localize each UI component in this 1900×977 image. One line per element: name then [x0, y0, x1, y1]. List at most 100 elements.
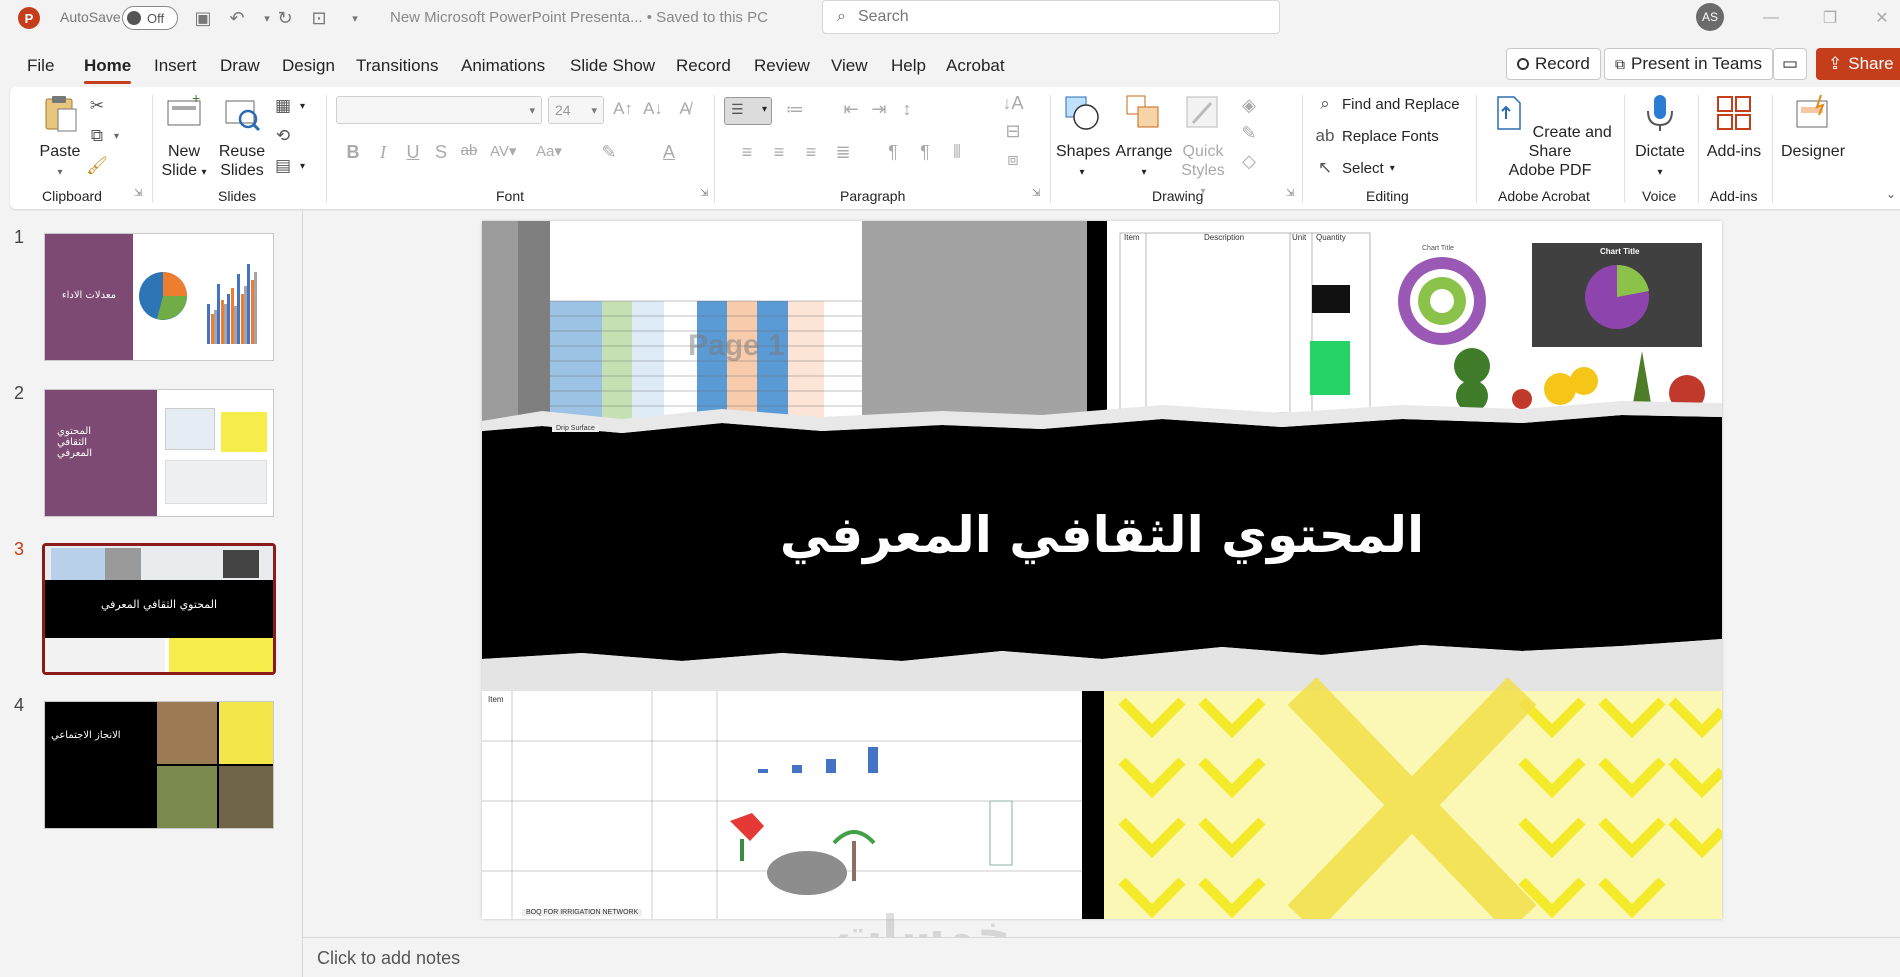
- tab-acrobat[interactable]: Acrobat: [946, 56, 1005, 76]
- shapes-button[interactable]: Shapes ▾: [1056, 93, 1110, 182]
- font-launcher-icon[interactable]: ⇲: [700, 188, 708, 199]
- tab-slide-show[interactable]: Slide Show: [570, 56, 655, 76]
- strikethrough-icon[interactable]: ab: [456, 142, 482, 159]
- record-button[interactable]: Record: [1506, 48, 1601, 80]
- tab-design[interactable]: Design: [282, 56, 335, 76]
- ribbon: Paste ▾ ✂ ⧉ ▾ 🖌 Clipboard ⇲ + New Slide ▾ R…: [10, 87, 1900, 209]
- slide-title[interactable]: المحتوي الثقافي المعرفي: [482, 506, 1722, 564]
- redo-icon[interactable]: ↻: [272, 5, 298, 31]
- underline-icon[interactable]: U: [400, 142, 426, 163]
- columns-icon[interactable]: ⫴: [944, 142, 970, 163]
- align-text-icon[interactable]: ⊟: [1000, 121, 1026, 142]
- record-button-label: Record: [1535, 54, 1590, 73]
- italic-icon[interactable]: I: [370, 142, 396, 163]
- justify-icon[interactable]: ≣: [830, 142, 856, 163]
- shape-outline-icon[interactable]: ✎: [1236, 123, 1262, 144]
- bold-icon[interactable]: B: [340, 142, 366, 163]
- drawing-launcher-icon[interactable]: ⇲: [1286, 188, 1294, 199]
- notes-pane[interactable]: Click to add notes: [303, 937, 1900, 977]
- bullets-icon: ☰: [731, 101, 744, 117]
- paragraph-launcher-icon[interactable]: ⇲: [1032, 188, 1040, 199]
- tab-record[interactable]: Record: [676, 56, 731, 76]
- increase-font-size-button[interactable]: A↑: [612, 98, 634, 120]
- increase-indent-icon[interactable]: ⇥: [866, 99, 892, 120]
- bullets-button[interactable]: ☰ ▾: [724, 97, 772, 125]
- close-icon[interactable]: ✕: [1862, 5, 1900, 31]
- decrease-font-size-button[interactable]: A↓: [642, 98, 664, 120]
- user-avatar[interactable]: AS: [1696, 3, 1724, 31]
- copy-button[interactable]: ⧉ ▾: [86, 125, 119, 147]
- section-button[interactable]: ▤ ▾: [272, 155, 305, 177]
- slide-thumbnail-2[interactable]: المحتوي الثقافي المعرفي: [44, 389, 274, 517]
- find-and-replace-button[interactable]: ⌕ Find and Replace: [1314, 93, 1459, 115]
- chevron-down-icon: ▾: [591, 104, 597, 117]
- quick-styles-button[interactable]: Quick Styles ▾: [1178, 93, 1228, 201]
- add-ins-button[interactable]: Add-ins: [1704, 93, 1764, 161]
- cut-button[interactable]: ✂: [86, 95, 108, 117]
- decrease-indent-icon[interactable]: ⇤: [838, 99, 864, 120]
- maximize-icon[interactable]: ❐: [1810, 5, 1850, 31]
- tab-draw[interactable]: Draw: [220, 56, 260, 76]
- search-box[interactable]: ⌕ Search: [822, 0, 1280, 34]
- paste-button[interactable]: Paste ▾: [28, 93, 92, 182]
- replace-fonts-button[interactable]: ab Replace Fonts: [1314, 125, 1439, 147]
- present-from-start-icon[interactable]: ⊡: [306, 5, 332, 31]
- collapse-ribbon-icon[interactable]: ⌄: [1886, 187, 1896, 201]
- share-button[interactable]: ⇪ Share: [1816, 48, 1900, 80]
- tab-review[interactable]: Review: [754, 56, 810, 76]
- shape-fill-icon[interactable]: ◈: [1236, 95, 1262, 116]
- font-name-combo[interactable]: ▾: [336, 96, 542, 124]
- slide-canvas[interactable]: Page 1 Drip Surface BOQ FOR IRRIGATION N…: [482, 221, 1722, 919]
- slide-thumbnail-1[interactable]: معدلات الاداء: [44, 233, 274, 361]
- slide-thumbnail-3[interactable]: المحتوي الثقافي المعرفي: [42, 543, 276, 675]
- shadow-icon[interactable]: S: [428, 142, 454, 163]
- highlight-icon[interactable]: ✎: [596, 142, 622, 163]
- designer-button[interactable]: Designer: [1778, 93, 1848, 161]
- font-size-combo[interactable]: 24 ▾: [548, 96, 604, 124]
- character-spacing-icon[interactable]: AV▾: [490, 142, 516, 160]
- dictate-button[interactable]: Dictate ▾: [1630, 93, 1690, 182]
- numbering-icon[interactable]: ≔: [782, 99, 808, 120]
- reuse-slides-button[interactable]: Reuse Slides: [214, 93, 270, 180]
- comments-button[interactable]: ▭: [1773, 48, 1807, 80]
- font-color-icon[interactable]: A: [656, 142, 682, 163]
- arrange-button[interactable]: Arrange ▾: [1114, 93, 1174, 182]
- undo-icon[interactable]: ↶: [224, 5, 250, 31]
- tab-home[interactable]: Home: [84, 56, 132, 84]
- align-right-icon[interactable]: ≡: [798, 142, 824, 163]
- reset-button[interactable]: ⟲: [272, 125, 294, 147]
- minimize-icon[interactable]: —: [1751, 5, 1791, 31]
- tab-file[interactable]: File: [27, 56, 54, 76]
- slide-thumbnail-4[interactable]: الانجاز الاجتماعي: [44, 701, 274, 829]
- pane-divider[interactable]: [302, 209, 303, 977]
- align-center-icon[interactable]: ≡: [766, 142, 792, 163]
- document-title[interactable]: New Microsoft PowerPoint Presenta... • S…: [390, 9, 768, 26]
- notes-placeholder: Click to add notes: [317, 948, 461, 968]
- smartart-icon[interactable]: ⧈: [1000, 149, 1026, 170]
- align-left-icon[interactable]: ≡: [734, 142, 760, 163]
- tab-view[interactable]: View: [831, 56, 868, 76]
- rtl-icon[interactable]: ¶: [912, 142, 938, 163]
- layout-button[interactable]: ▦ ▾: [272, 95, 305, 117]
- new-slide-button[interactable]: + New Slide ▾: [156, 90, 212, 182]
- autosave-toggle[interactable]: Off: [122, 6, 178, 30]
- create-share-pdf-button[interactable]: Create and Share Adobe PDF: [1486, 93, 1614, 180]
- present-in-teams-button[interactable]: ⧉ Present in Teams: [1604, 48, 1774, 80]
- clipboard-launcher-icon[interactable]: ⇲: [134, 188, 142, 199]
- new-slide-label-2: Slide: [161, 162, 198, 179]
- text-direction-icon[interactable]: ↓A: [1000, 93, 1026, 114]
- group-separator: [1772, 95, 1773, 203]
- change-case-icon[interactable]: Aa▾: [536, 142, 562, 160]
- clear-formatting-button[interactable]: A̸: [674, 98, 696, 120]
- shape-effects-icon[interactable]: ◇: [1236, 151, 1262, 172]
- format-painter-button[interactable]: 🖌: [86, 155, 108, 177]
- ltr-icon[interactable]: ¶: [880, 142, 906, 163]
- customize-qat-icon[interactable]: ▾: [342, 5, 368, 31]
- save-icon[interactable]: ▣: [190, 5, 216, 31]
- tab-help[interactable]: Help: [891, 56, 926, 76]
- line-spacing-icon[interactable]: ↕: [894, 99, 920, 120]
- tab-animations[interactable]: Animations: [461, 56, 545, 76]
- select-button[interactable]: ↖ Select ▾: [1314, 157, 1395, 179]
- tab-insert[interactable]: Insert: [154, 56, 197, 76]
- tab-transitions[interactable]: Transitions: [356, 56, 439, 76]
